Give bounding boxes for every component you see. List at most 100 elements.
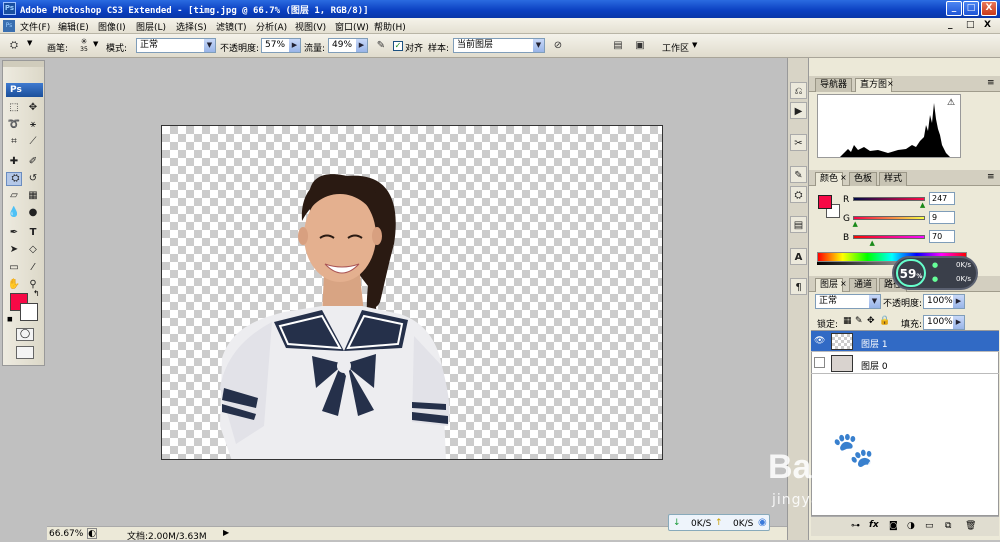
tab-swatches[interactable]: 色板: [849, 172, 878, 186]
layer-row-0[interactable]: 图层 0: [811, 353, 999, 374]
close-icon[interactable]: ×: [840, 279, 847, 288]
lasso-tool-icon[interactable]: ➰: [6, 118, 22, 132]
document-icon[interactable]: Ps: [3, 20, 15, 32]
lock-transparent-icon[interactable]: ▦: [843, 316, 852, 326]
menu-image[interactable]: 图像(I): [98, 20, 126, 33]
ignore-adjustment-layers-icon[interactable]: ⊘: [550, 38, 566, 54]
layer-mask-icon[interactable]: ◙: [889, 521, 898, 531]
clone-stamp-preset-icon[interactable]: ⛭: [6, 38, 22, 54]
quick-mask-icon[interactable]: ◯: [16, 328, 34, 341]
brush-tool-icon[interactable]: ✐: [25, 155, 41, 169]
eyedropper-tool-icon[interactable]: ⁄: [25, 261, 41, 275]
warning-icon[interactable]: ⚠: [947, 98, 955, 108]
menu-filter[interactable]: 滤镜(T): [216, 20, 247, 33]
character-panel-icon[interactable]: A: [790, 248, 807, 265]
network-speed-widget[interactable]: 59% ● 0K/s ● 0K/s: [892, 256, 978, 290]
r-value-field[interactable]: 247: [929, 192, 955, 205]
lock-position-icon[interactable]: ✥: [867, 316, 875, 326]
palette-well-icon[interactable]: ▤: [610, 38, 626, 54]
airbrush-icon[interactable]: ✎: [373, 38, 389, 54]
r-slider-thumb[interactable]: ▲: [920, 201, 925, 209]
clone-stamp-tool-icon[interactable]: ⛭: [6, 172, 22, 186]
tab-layers[interactable]: 图层: [815, 278, 844, 292]
sample-select[interactable]: 当前图层 ▼: [453, 38, 545, 53]
blur-tool-icon[interactable]: 💧: [6, 206, 22, 220]
close-icon[interactable]: ×: [887, 79, 894, 88]
opacity-input[interactable]: 57% ▶: [261, 38, 301, 53]
r-slider-track[interactable]: [853, 197, 925, 201]
menu-view[interactable]: 视图(V): [295, 20, 326, 33]
actions-panel-icon[interactable]: ▶: [790, 102, 807, 119]
minimize-button[interactable]: _: [946, 1, 962, 16]
gradient-tool-icon[interactable]: ▦: [25, 189, 41, 203]
g-slider-thumb[interactable]: ▲: [853, 220, 858, 228]
tab-channels[interactable]: 通道: [849, 278, 878, 292]
menu-window[interactable]: 窗口(W): [335, 20, 369, 33]
doc-minimize-button[interactable]: _: [948, 20, 953, 30]
status-arrow-icon[interactable]: ▶: [223, 528, 229, 537]
default-colors-icon[interactable]: ◼: [7, 315, 13, 323]
new-layer-icon[interactable]: ⧉: [945, 521, 951, 531]
layer-name[interactable]: 图层 1: [861, 337, 888, 350]
layer-row-1[interactable]: 👁 图层 1: [811, 331, 999, 352]
doc-close-button[interactable]: X: [984, 20, 991, 30]
lock-all-icon[interactable]: 🔒: [879, 316, 890, 326]
layer-style-icon[interactable]: fx: [869, 520, 879, 530]
g-slider-track[interactable]: [853, 216, 925, 220]
link-layers-icon[interactable]: ⊶: [851, 521, 860, 531]
notes-tool-icon[interactable]: ▭: [6, 261, 22, 275]
lock-pixels-icon[interactable]: ✎: [855, 316, 863, 326]
brushes-panel-icon[interactable]: ✎: [790, 166, 807, 183]
history-panel-icon[interactable]: ⎌: [790, 82, 807, 99]
close-button[interactable]: X: [981, 1, 997, 16]
tab-styles[interactable]: 样式: [879, 172, 908, 186]
workspace-button[interactable]: 工作区: [662, 41, 689, 54]
menu-help[interactable]: 帮助(H): [374, 20, 406, 33]
blend-mode-select[interactable]: 正常 ▼: [815, 294, 881, 309]
marquee-tool-icon[interactable]: ⬚: [6, 101, 22, 115]
shape-tool-icon[interactable]: ◇: [25, 243, 41, 257]
toolbox-grip[interactable]: [3, 61, 44, 67]
document-canvas[interactable]: [161, 125, 663, 460]
background-color-swatch[interactable]: [20, 303, 38, 321]
magic-wand-tool-icon[interactable]: ⚹: [25, 118, 41, 132]
workspace-icon[interactable]: ▣: [632, 38, 648, 54]
preset-dropdown-arrow[interactable]: ▼: [27, 39, 32, 47]
mode-select[interactable]: 正常 ▼: [136, 38, 216, 53]
flow-input[interactable]: 49% ▶: [328, 38, 368, 53]
b-value-field[interactable]: 70: [929, 230, 955, 243]
hand-tool-icon[interactable]: ✋: [6, 278, 22, 292]
slice-tool-icon[interactable]: ⟋: [25, 135, 41, 149]
menu-select[interactable]: 选择(S): [176, 20, 207, 33]
zoom-level[interactable]: 66.67%: [49, 529, 83, 539]
move-tool-icon[interactable]: ✥: [25, 101, 41, 115]
layer-opacity-input[interactable]: 100% ▶: [923, 294, 965, 309]
path-selection-tool-icon[interactable]: ➤: [6, 243, 22, 257]
new-group-icon[interactable]: ▭: [925, 521, 934, 531]
eye-icon[interactable]: 👁: [814, 336, 825, 346]
g-value-field[interactable]: 9: [929, 211, 955, 224]
tool-presets-icon[interactable]: ✂: [790, 134, 807, 151]
menu-layer[interactable]: 图层(L): [136, 20, 166, 33]
b-slider-thumb[interactable]: ▲: [869, 239, 874, 247]
visibility-toggle[interactable]: [814, 357, 825, 368]
healing-brush-tool-icon[interactable]: ✚: [6, 155, 22, 169]
aligned-checkbox[interactable]: ✓: [393, 41, 403, 51]
menu-file[interactable]: 文件(F): [20, 20, 50, 33]
screen-mode-icon[interactable]: [16, 346, 34, 359]
tab-navigator[interactable]: 导航器: [815, 78, 853, 92]
type-tool-icon[interactable]: T: [25, 226, 41, 240]
menu-edit[interactable]: 编辑(E): [58, 20, 89, 33]
clone-source-icon[interactable]: ⛭: [790, 186, 807, 203]
b-slider-track[interactable]: [853, 235, 925, 239]
fill-input[interactable]: 100% ▶: [923, 315, 965, 330]
doc-restore-button[interactable]: □: [966, 20, 975, 30]
color-fg-swatch[interactable]: [818, 195, 832, 209]
info-panel-icon[interactable]: ▤: [790, 216, 807, 233]
menu-analysis[interactable]: 分析(A): [256, 20, 287, 33]
brush-picker[interactable]: ✳ 35: [77, 37, 91, 55]
network-status-bar[interactable]: ↓ 0K/S ↑ 0K/S ◉: [668, 514, 770, 531]
status-menu-icon[interactable]: ◐: [87, 528, 97, 539]
adjustment-layer-icon[interactable]: ◑: [907, 521, 915, 531]
history-brush-tool-icon[interactable]: ↺: [25, 172, 41, 186]
